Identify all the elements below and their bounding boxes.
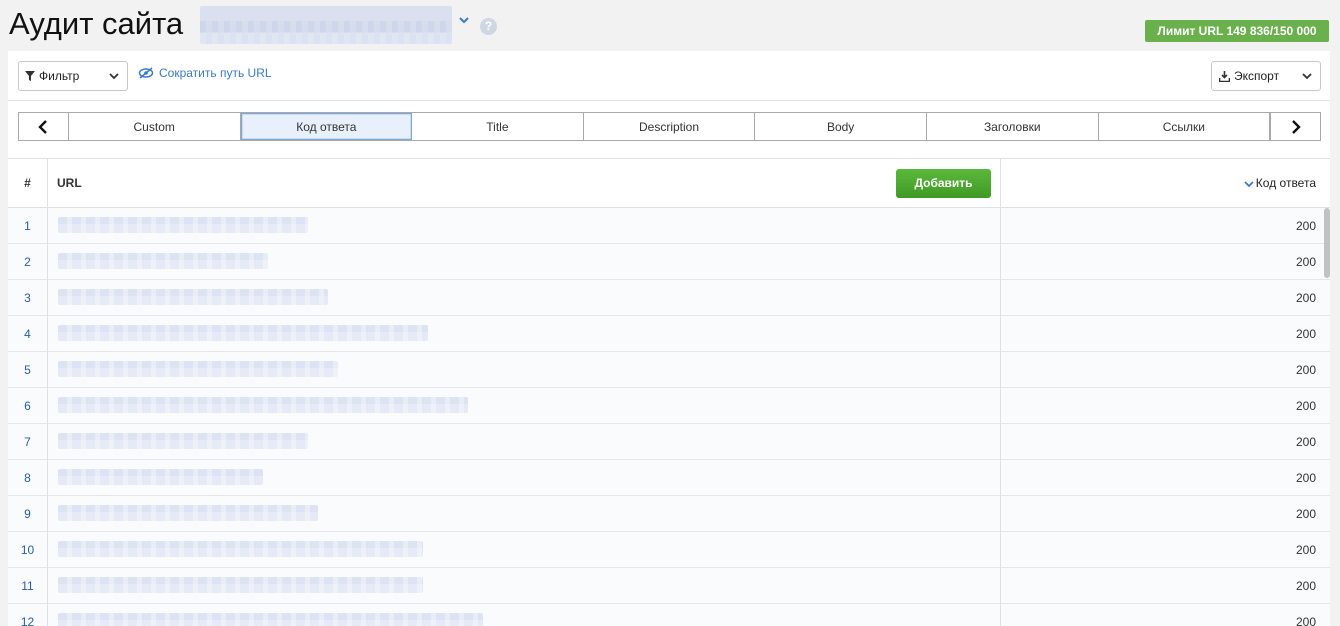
tab-links[interactable]: Ссылки (1099, 113, 1271, 140)
filter-button[interactable]: Фильтр (18, 61, 128, 91)
row-number: 2 (8, 244, 48, 280)
chevron-down-icon[interactable] (458, 14, 470, 26)
column-tabs: Custom Код ответа Title Description Body… (18, 112, 1321, 141)
row-number: 11 (8, 568, 48, 604)
tab-description[interactable]: Description (584, 113, 756, 140)
row-number: 1 (8, 208, 48, 244)
table-row[interactable]: 11 200 (8, 568, 1330, 604)
site-selector[interactable] (200, 6, 452, 44)
help-icon[interactable]: ? (480, 18, 497, 35)
row-url[interactable] (58, 505, 318, 521)
results-table: # URL Добавить Код ответа 1 200 2 200 3 200… (8, 158, 1330, 626)
table-body: 1 200 2 200 3 200 4 200 5 200 6 200 7 200 8 200 … (8, 208, 1330, 626)
table-row[interactable]: 4 200 (8, 316, 1330, 352)
tabs-prev-button[interactable] (19, 113, 69, 140)
row-url[interactable] (58, 433, 308, 449)
table-row[interactable]: 9 200 (8, 496, 1330, 532)
row-response-code: 200 (1000, 604, 1322, 626)
chevron-right-icon (1291, 119, 1301, 134)
row-response-code: 200 (1000, 244, 1322, 280)
toolbar: Фильтр Сократить путь URL Экспорт (8, 51, 1330, 101)
table-row[interactable]: 7 200 (8, 424, 1330, 460)
row-response-code: 200 (1000, 280, 1322, 316)
column-header-num: # (8, 159, 48, 208)
tab-custom[interactable]: Custom (69, 113, 241, 140)
row-number: 8 (8, 460, 48, 496)
row-response-code: 200 (1000, 532, 1322, 568)
row-number: 3 (8, 280, 48, 316)
chevron-down-icon (109, 73, 119, 80)
eye-slash-icon (138, 67, 154, 79)
row-response-code: 200 (1000, 352, 1322, 388)
row-number: 9 (8, 496, 48, 532)
chevron-down-icon (1302, 73, 1312, 80)
row-response-code: 200 (1000, 316, 1322, 352)
tab-body[interactable]: Body (755, 113, 927, 140)
row-number: 7 (8, 424, 48, 460)
chevron-down-icon (1244, 181, 1254, 188)
row-url[interactable] (58, 217, 308, 233)
table-row[interactable]: 12 200 (8, 604, 1330, 626)
column-header-response-code[interactable]: Код ответа (1000, 159, 1322, 208)
vertical-scrollbar[interactable] (1324, 208, 1330, 626)
row-number: 4 (8, 316, 48, 352)
export-button[interactable]: Экспорт (1211, 61, 1321, 91)
row-response-code: 200 (1000, 496, 1322, 532)
download-icon (1219, 70, 1230, 82)
row-url[interactable] (58, 469, 263, 485)
tab-headings[interactable]: Заголовки (927, 113, 1099, 140)
row-number: 6 (8, 388, 48, 424)
tab-response-code[interactable]: Код ответа (240, 113, 413, 140)
row-url[interactable] (58, 253, 268, 269)
row-response-code: 200 (1000, 460, 1322, 496)
row-number: 10 (8, 532, 48, 568)
table-row[interactable]: 1 200 (8, 208, 1330, 244)
table-row[interactable]: 8 200 (8, 460, 1330, 496)
row-response-code: 200 (1000, 388, 1322, 424)
page-title: Аудит сайта (9, 6, 184, 41)
row-response-code: 200 (1000, 424, 1322, 460)
row-number: 5 (8, 352, 48, 388)
row-url[interactable] (58, 577, 423, 593)
row-url[interactable] (58, 397, 468, 413)
chevron-left-icon (38, 119, 48, 134)
table-row[interactable]: 3 200 (8, 280, 1330, 316)
row-response-code: 200 (1000, 208, 1322, 244)
table-row[interactable]: 6 200 (8, 388, 1330, 424)
row-url[interactable] (58, 325, 428, 341)
column-header-response-code-label: Код ответа (1255, 176, 1316, 190)
row-url[interactable] (58, 361, 338, 377)
row-url[interactable] (58, 289, 328, 305)
tabs-next-button[interactable] (1270, 113, 1320, 140)
row-response-code: 200 (1000, 568, 1322, 604)
table-row[interactable]: 2 200 (8, 244, 1330, 280)
export-label: Экспорт (1234, 69, 1280, 83)
scrollbar-thumb[interactable] (1324, 208, 1330, 278)
shorten-url-link[interactable]: Сократить путь URL (138, 66, 272, 80)
row-number: 12 (8, 604, 48, 626)
table-row[interactable]: 10 200 (8, 532, 1330, 568)
row-url[interactable] (58, 541, 423, 557)
table-row[interactable]: 5 200 (8, 352, 1330, 388)
row-url[interactable] (58, 613, 483, 626)
filter-icon (25, 71, 35, 81)
shorten-url-label: Сократить путь URL (159, 66, 272, 80)
column-header-url[interactable]: URL (57, 159, 82, 208)
filter-label: Фильтр (39, 69, 80, 83)
tab-title[interactable]: Title (412, 113, 584, 140)
header: Аудит сайта ? Лимит URL 149 836/150 000 (0, 0, 1340, 50)
audit-panel: Фильтр Сократить путь URL Экспорт Custom… (8, 51, 1330, 626)
add-column-button[interactable]: Добавить (896, 169, 991, 198)
table-header: # URL Добавить Код ответа (8, 159, 1330, 208)
limit-badge: Лимит URL 149 836/150 000 (1145, 20, 1329, 42)
